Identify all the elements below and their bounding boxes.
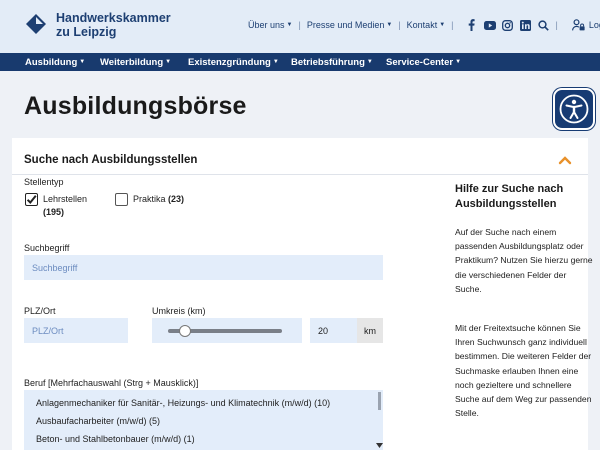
divider: | (298, 20, 301, 30)
nav-item-ausbildung[interactable]: Ausbildung ▼ (25, 57, 85, 68)
divider (12, 174, 588, 175)
help-paragraph-1: Auf der Suche nach einem passenden Ausbi… (455, 227, 593, 294)
facebook-icon[interactable] (466, 19, 478, 31)
org-name-line2: zu Leipzig (56, 25, 117, 39)
user-lock-icon (571, 19, 585, 31)
chevron-down-icon: ▼ (165, 59, 172, 65)
util-link-presse[interactable]: Presse und Medien ▼ (307, 20, 393, 30)
login-link[interactable]: Login (571, 19, 600, 31)
section-title: Suche nach Ausbildungsstellen (24, 154, 198, 166)
scrollbar[interactable] (378, 392, 381, 410)
slider-thumb[interactable] (179, 325, 192, 337)
chevron-down-icon: ▼ (366, 59, 373, 65)
nav-item-service-center[interactable]: Service-Center ▼ (386, 57, 461, 68)
umkreis-unit: km (357, 318, 383, 343)
praktika-option[interactable]: Praktika (23) (133, 193, 184, 206)
nav-item-betriebsfuehrung[interactable]: Betriebsführung ▼ (291, 57, 373, 68)
help-title: Hilfe zur Suche nach Ausbildungsstellen (455, 183, 564, 210)
lehrstellen-checkbox[interactable] (25, 193, 38, 206)
chevron-down-icon: ▼ (455, 59, 462, 65)
chevron-down-icon: ▼ (439, 22, 446, 28)
org-name[interactable]: Handwerkskammer zu Leipzig (56, 11, 171, 39)
plz-label: PLZ/Ort (24, 306, 56, 316)
divider: | (398, 20, 401, 30)
nav-item-weiterbildung[interactable]: Weiterbildung ▼ (100, 57, 171, 68)
umkreis-label: Umkreis (km) (152, 306, 206, 316)
praktika-count: (23) (168, 194, 185, 204)
umkreis-slider[interactable] (152, 318, 302, 343)
hwk-logo-icon[interactable] (26, 14, 46, 34)
divider: | (555, 20, 558, 30)
chevron-down-icon: ▼ (272, 59, 279, 65)
praktika-label: Praktika (133, 194, 166, 204)
beruf-label: Beruf [Mehrfachauswahl (Strg + Mausklick… (24, 378, 199, 388)
help-paragraph-2: Mit der Freitextsuche können Sie Ihren S… (455, 323, 592, 419)
list-item[interactable]: Anlagenmechaniker für Sanitär-, Heizungs… (36, 398, 330, 408)
lehrstellen-label: Lehrstellen (43, 194, 88, 204)
chevron-down-icon: ▼ (79, 59, 86, 65)
list-item[interactable]: Ausbaufacharbeiter (m/w/d) (5) (36, 416, 160, 426)
accessibility-button[interactable] (553, 88, 595, 130)
linkedin-icon[interactable] (520, 19, 532, 31)
umkreis-value-input[interactable]: 20 (310, 318, 357, 343)
nav-item-existenzgruendung[interactable]: Existenzgründung ▼ (188, 57, 279, 68)
login-label: Login (588, 20, 600, 30)
chevron-up-icon[interactable] (558, 155, 572, 165)
suchbegriff-input[interactable]: Suchbegriff (24, 255, 383, 280)
search-panel: Suche nach Ausbildungsstellen Stellentyp… (12, 138, 593, 450)
youtube-icon[interactable] (483, 19, 496, 31)
stellentyp-label: Stellentyp (24, 177, 64, 187)
instagram-icon[interactable] (502, 19, 514, 31)
util-link-ueber-uns[interactable]: Über uns ▼ (248, 20, 292, 30)
utility-nav: Über uns ▼ | Presse und Medien ▼ | Kontakt… (248, 18, 600, 32)
plz-input[interactable]: PLZ/Ort (24, 318, 128, 343)
top-header: Handwerkskammer zu Leipzig Über uns ▼ | P… (0, 0, 600, 53)
org-name-line1: Handwerkskammer (56, 11, 171, 25)
util-link-kontakt[interactable]: Kontakt ▼ (407, 20, 445, 30)
list-item[interactable]: Beton- und Stahlbetonbauer (m/w/d) (1) (36, 434, 195, 444)
lehrstellen-option[interactable]: Lehrstellen (195) (43, 193, 87, 219)
beruf-select[interactable]: Anlagenmechaniker für Sanitär-, Heizungs… (24, 390, 383, 450)
divider: | (451, 20, 454, 30)
page-title: Ausbildungsbörse (24, 92, 247, 120)
accessibility-icon (559, 94, 589, 124)
lehrstellen-count: (195) (43, 207, 65, 217)
main-nav: Ausbildung ▼ Weiterbildung ▼ Existenzgründ… (0, 53, 600, 71)
scroll-down-icon[interactable] (376, 443, 383, 449)
chevron-down-icon: ▼ (286, 22, 293, 28)
suchbegriff-label: Suchbegriff (24, 243, 70, 253)
checkmark-icon (26, 195, 37, 204)
praktika-checkbox[interactable] (115, 193, 128, 206)
chevron-down-icon: ▼ (386, 22, 393, 28)
search-icon[interactable] (538, 19, 550, 31)
